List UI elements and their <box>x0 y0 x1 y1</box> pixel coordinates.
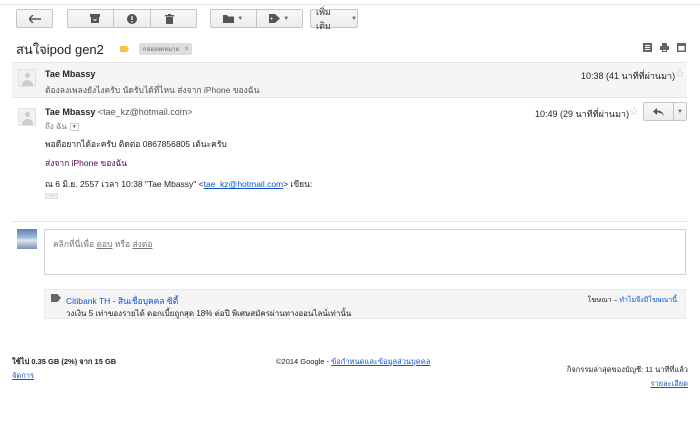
label-text: กล่องจดหมาย <box>142 47 179 53</box>
reply-or: หรือ <box>112 239 133 249</box>
reply-prefix: คลิกที่นี่เพื่อ <box>53 239 97 249</box>
message-date: 10:38 (41 นาทีที่ผ่านมา) <box>581 71 676 81</box>
print-button[interactable] <box>660 43 669 52</box>
back-arrow-icon <box>28 14 41 23</box>
sender-name: Tae Mbassy <box>45 107 96 117</box>
more-label: เพิ่มเติม <box>316 6 331 31</box>
message-date: 10:49 (29 นาทีที่ผ่านมา) <box>535 109 630 119</box>
why-this-ad-link[interactable]: ทำไมจึงมีโฆษณานี้ <box>619 297 677 304</box>
move-to-button[interactable]: ▼ <box>211 9 257 28</box>
reply-prompt: คลิกที่นี่เพื่อ ตอบ หรือ ส่งต่อ <box>53 237 152 251</box>
star-icon[interactable]: ☆ <box>675 67 685 80</box>
forward-link[interactable]: ส่งต่อ <box>132 239 152 249</box>
star-icon[interactable]: ☆ <box>629 105 639 118</box>
delete-button[interactable] <box>151 9 188 28</box>
back-button[interactable] <box>16 9 53 28</box>
new-window-icon <box>677 43 686 52</box>
account-activity: กิจกรรมล่าสุดของบัญชี: 11 นาทีที่แล้ว รา… <box>567 364 688 390</box>
ad-body: วงเงิน 5 เท่าของรายได้ ดอกเบี้ยถูกสุด 18… <box>66 309 352 318</box>
label-tag-icon <box>269 14 281 23</box>
archive-icon <box>89 14 100 23</box>
ad-advertiser[interactable]: Citibank TH <box>66 296 110 306</box>
chevron-down-icon: ▼ <box>677 108 683 115</box>
sender-line: Tae Mbassy <tae_kz@hotmail.com> <box>45 107 193 117</box>
sponsored-ad: Citibank TH - สินเชื่อบุคคล ซิตี้ วงเงิน… <box>44 289 686 319</box>
chevron-down-icon: ▼ <box>237 15 244 22</box>
reply-button-group: ▼ <box>643 102 687 121</box>
thread-actions <box>643 43 686 52</box>
expanded-message: Tae Mbassy <tae_kz@hotmail.com> ถึง ฉัน ▼… <box>12 100 687 220</box>
terms-privacy-link[interactable]: ข้อกำหนดและข้อมูลส่วนบุคคล <box>331 357 430 366</box>
manage-storage-link[interactable]: จัดการ <box>12 370 116 382</box>
last-activity-text: กิจกรรมล่าสุดของบัญชี: 11 นาทีที่แล้ว <box>566 365 688 374</box>
ad-headline[interactable]: สินเชื่อบุคคล ซิตี้ <box>118 296 178 306</box>
quote-header: ณ 6 มิ.ย. 2557 เวลา 10:38 "Tae Mbassy" <… <box>45 177 312 191</box>
message-divider <box>12 221 687 222</box>
show-trimmed-content-button[interactable]: ... <box>45 192 58 199</box>
subject-row: สนใจipod gen2 กล่องจดหมาย x <box>16 40 686 58</box>
more-button[interactable]: เพิ่มเติม ▼ <box>310 7 358 31</box>
chevron-down-icon: ▼ <box>351 15 357 22</box>
storage-info: ใช้ไป 0.35 GB (2%) จาก 15 GB จัดการ <box>12 356 116 382</box>
new-window-button[interactable] <box>677 43 686 52</box>
report-spam-button[interactable] <box>114 9 151 28</box>
activity-details-link[interactable]: รายละเอียด <box>567 378 688 390</box>
recipient-line: ถึง ฉัน ▼ <box>45 120 79 133</box>
message-snippet: ต้องลงเพลงยังไงครับ นัดรับได้ที่ไหน ส่งจ… <box>45 85 260 95</box>
sender-avatar <box>18 69 36 87</box>
spam-icon <box>126 13 137 24</box>
top-divider <box>0 0 700 5</box>
importance-marker-icon[interactable] <box>119 46 129 52</box>
storage-usage: ใช้ไป 0.35 GB (2%) จาก 15 GB <box>12 357 117 366</box>
ad-tag-icon <box>51 294 61 302</box>
chevron-down-icon: ▼ <box>283 15 290 22</box>
reply-box[interactable]: คลิกที่นี่เพื่อ ตอบ หรือ ส่งต่อ <box>44 229 686 275</box>
reply-icon <box>653 107 664 116</box>
labels-button[interactable]: ▼ <box>257 9 303 28</box>
quote-prefix: ณ 6 มิ.ย. 2557 เวลา 10:38 "Tae Mbassy" < <box>45 179 204 189</box>
thread-subject: สนใจipod gen2 <box>16 41 104 57</box>
quote-email-link[interactable]: tae_kz@hotmail.com <box>204 179 284 189</box>
print-icon <box>660 43 669 52</box>
copyright-line: ©2014 Google - ข้อกำหนดและข้อมูลส่วนบุคค… <box>276 356 430 368</box>
action-group <box>67 9 197 28</box>
sender-name: Tae Mbassy <box>45 69 96 79</box>
sender-email: <tae_kz@hotmail.com> <box>97 107 193 117</box>
message-signature: ส่งจาก iPhone ของฉัน <box>45 158 128 168</box>
ad-separator: - <box>110 296 118 306</box>
reply-button[interactable] <box>644 103 674 120</box>
quote-suffix: > เขียน: <box>283 179 313 189</box>
expand-all-icon <box>643 43 652 52</box>
collapsed-message[interactable]: Tae Mbassy ต้องลงเพลงยังไงครับ นัดรับได้… <box>12 62 687 98</box>
reply-link[interactable]: ตอบ <box>96 239 112 249</box>
copyright-text: ©2014 Google - <box>276 357 332 366</box>
more-actions-button[interactable]: ▼ <box>674 103 686 120</box>
ad-info: โฆษณา – ทำไมจึงมีโฆษณานี้ <box>588 295 677 306</box>
trash-icon <box>164 13 174 24</box>
organize-group: ▼ ▼ <box>210 9 303 28</box>
user-avatar <box>17 229 37 249</box>
show-details-button[interactable]: ▼ <box>69 122 79 131</box>
sender-avatar <box>18 108 36 126</box>
ad-label: โฆษณา – <box>587 297 620 304</box>
inbox-label-chip[interactable]: กล่องจดหมาย x <box>138 43 192 55</box>
ad-headline-line[interactable]: Citibank TH - สินเชื่อบุคคล ซิตี้ <box>66 294 178 308</box>
archive-button[interactable] <box>77 9 114 28</box>
message-body: พอดีอยากได้อะครับ ติดต่อ 0867856805 เต้น… <box>45 139 227 149</box>
folder-icon <box>223 14 235 23</box>
expand-all-button[interactable] <box>643 43 652 52</box>
recipient-text: ถึง ฉัน <box>45 122 67 131</box>
remove-label-button[interactable]: x <box>185 46 188 52</box>
